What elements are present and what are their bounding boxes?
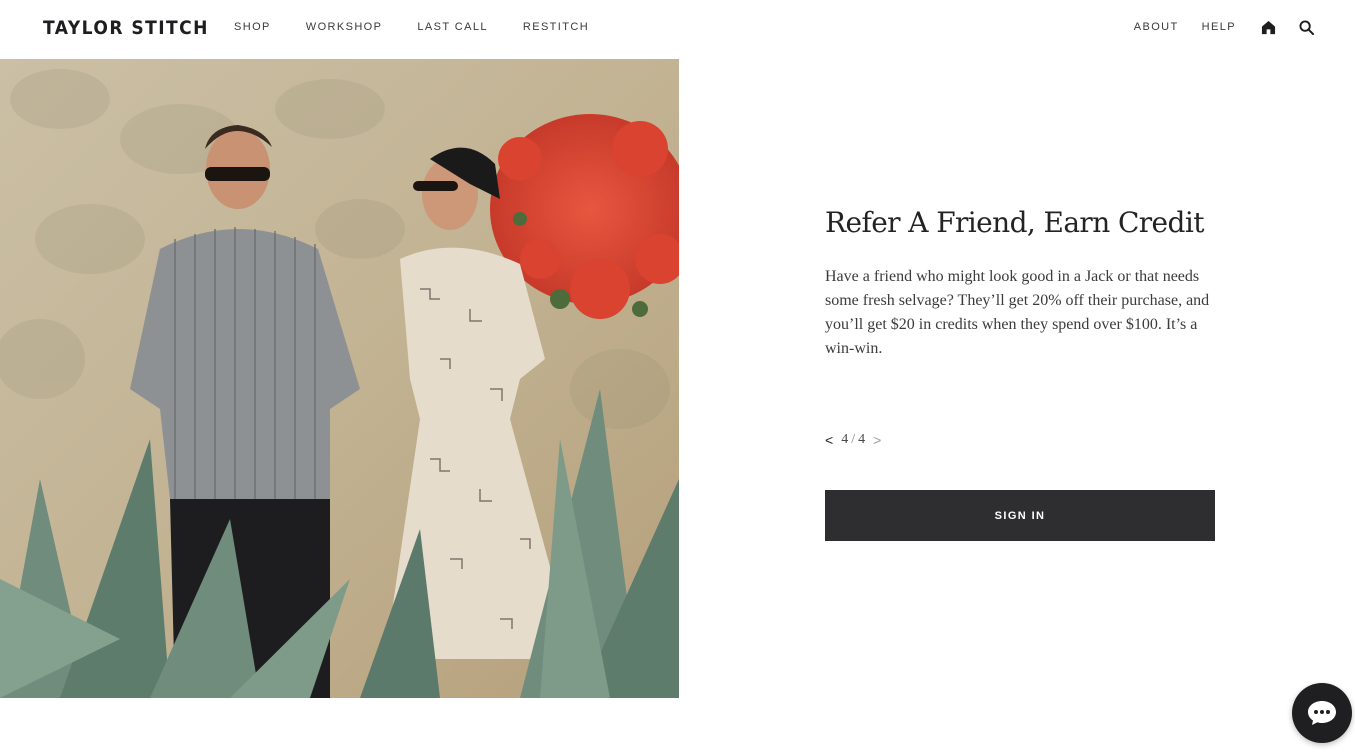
- page-title: Refer A Friend, Earn Credit: [825, 206, 1204, 239]
- nav-workshop[interactable]: WORKSHOP: [306, 21, 383, 33]
- referral-panel: Refer A Friend, Earn Credit Have a frien…: [825, 205, 1215, 361]
- nav-restitch[interactable]: RESTITCH: [523, 21, 589, 33]
- hero-image: [0, 59, 679, 698]
- total-slides-number: 4: [858, 432, 866, 447]
- secondary-nav: ABOUT HELP: [1134, 18, 1315, 36]
- nav-help[interactable]: HELP: [1202, 21, 1236, 33]
- chat-bubble-icon: [1308, 701, 1336, 725]
- previous-slide-button[interactable]: <: [825, 432, 833, 448]
- referral-description: Have a friend who might look good in a J…: [825, 268, 1210, 357]
- nav-shop[interactable]: SHOP: [234, 21, 271, 33]
- search-icon[interactable]: [1297, 18, 1315, 36]
- slide-pager: < 4 / 4 >: [825, 432, 881, 448]
- pager-separator: /: [851, 432, 856, 447]
- logo[interactable]: TAYLOR STITCH: [43, 17, 209, 39]
- next-slide-button[interactable]: >: [873, 432, 881, 448]
- nav-about[interactable]: ABOUT: [1134, 21, 1179, 33]
- nav-last-call[interactable]: LAST CALL: [417, 21, 487, 33]
- primary-nav: SHOP WORKSHOP LAST CALL RESTITCH: [234, 21, 624, 33]
- sign-in-button[interactable]: SIGN IN: [825, 490, 1215, 541]
- site-header: TAYLOR STITCH SHOP WORKSHOP LAST CALL RE…: [0, 0, 1355, 58]
- current-slide-number: 4: [841, 432, 849, 447]
- chat-button[interactable]: [1292, 683, 1352, 743]
- home-icon[interactable]: [1259, 18, 1277, 36]
- couple-in-agave-field-photo: [0, 59, 679, 698]
